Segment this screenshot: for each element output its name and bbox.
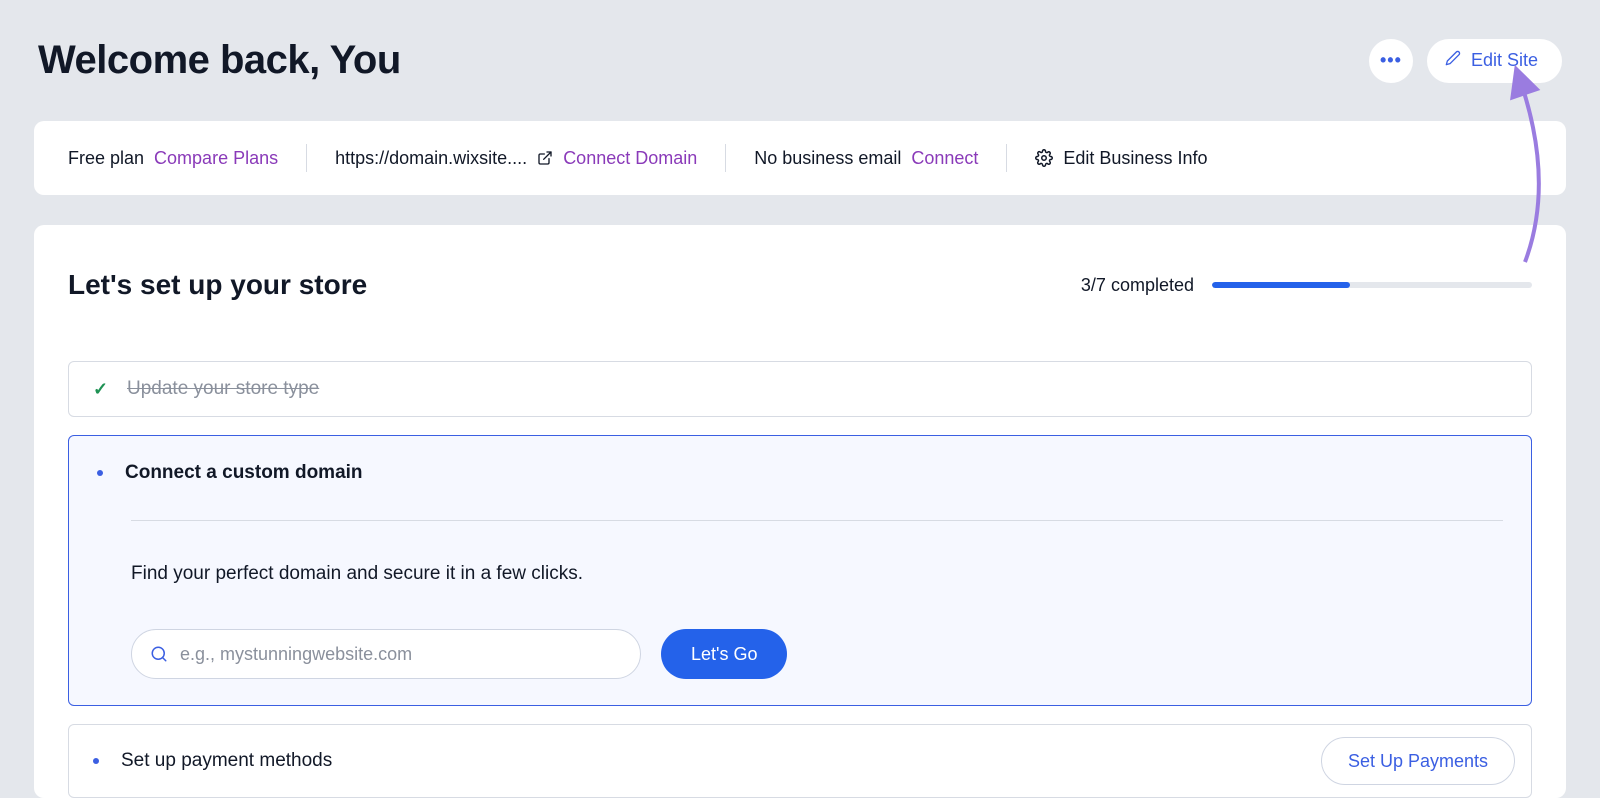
connect-domain-link[interactable]: Connect Domain [563, 148, 697, 169]
plan-label: Free plan [68, 148, 144, 169]
ellipsis-icon: ••• [1380, 50, 1402, 71]
bullet-icon [97, 470, 103, 476]
task-payments[interactable]: Set up payment methods Set Up Payments [68, 724, 1532, 798]
domain-input[interactable] [180, 644, 622, 665]
business-segment[interactable]: Edit Business Info [1035, 148, 1207, 169]
task-input-row: Let's Go [131, 629, 1503, 679]
bullet-icon [93, 758, 99, 764]
domain-url-text: https://domain.wixsite.... [335, 148, 527, 169]
setup-title: Let's set up your store [68, 269, 367, 301]
task-separator [131, 520, 1503, 521]
email-segment: No business email Connect [754, 148, 978, 169]
pencil-icon [1445, 50, 1461, 71]
page-title: Welcome back, You [38, 38, 401, 83]
task-active-header: Connect a custom domain [97, 462, 1503, 484]
progress-section: 3/7 completed [1081, 275, 1532, 296]
lets-go-button[interactable]: Let's Go [661, 629, 787, 679]
divider [306, 144, 307, 172]
gear-icon [1035, 149, 1053, 167]
progress-bar [1212, 282, 1532, 288]
plan-segment: Free plan Compare Plans [68, 148, 278, 169]
divider [1006, 144, 1007, 172]
task-title-active: Connect a custom domain [125, 462, 363, 484]
task-description: Find your perfect domain and secure it i… [131, 563, 1503, 585]
external-link-icon[interactable] [537, 150, 553, 166]
edit-site-label: Edit Site [1471, 50, 1538, 71]
setup-card: Let's set up your store 3/7 completed ✓ … [34, 225, 1566, 798]
set-up-payments-button[interactable]: Set Up Payments [1321, 737, 1515, 785]
domain-input-wrap[interactable] [131, 629, 641, 679]
email-label: No business email [754, 148, 901, 169]
check-icon: ✓ [93, 379, 107, 400]
progress-fill [1212, 282, 1350, 288]
task-active: Connect a custom domain Find your perfec… [68, 435, 1532, 706]
edit-business-label: Edit Business Info [1063, 148, 1207, 169]
divider [725, 144, 726, 172]
task-title-payments: Set up payment methods [121, 750, 332, 772]
header-actions: ••• Edit Site [1369, 39, 1562, 83]
edit-site-button[interactable]: Edit Site [1427, 39, 1562, 83]
info-bar: Free plan Compare Plans https://domain.w… [34, 121, 1566, 195]
task-title-completed: Update your store type [127, 378, 319, 400]
search-icon [150, 645, 168, 663]
more-button[interactable]: ••• [1369, 39, 1413, 83]
domain-segment: https://domain.wixsite.... Connect Domai… [335, 148, 697, 169]
task-payments-left: Set up payment methods [93, 750, 332, 772]
setup-header: Let's set up your store 3/7 completed [68, 269, 1532, 301]
compare-plans-link[interactable]: Compare Plans [154, 148, 278, 169]
task-completed[interactable]: ✓ Update your store type [68, 361, 1532, 417]
progress-text: 3/7 completed [1081, 275, 1194, 296]
connect-email-link[interactable]: Connect [911, 148, 978, 169]
